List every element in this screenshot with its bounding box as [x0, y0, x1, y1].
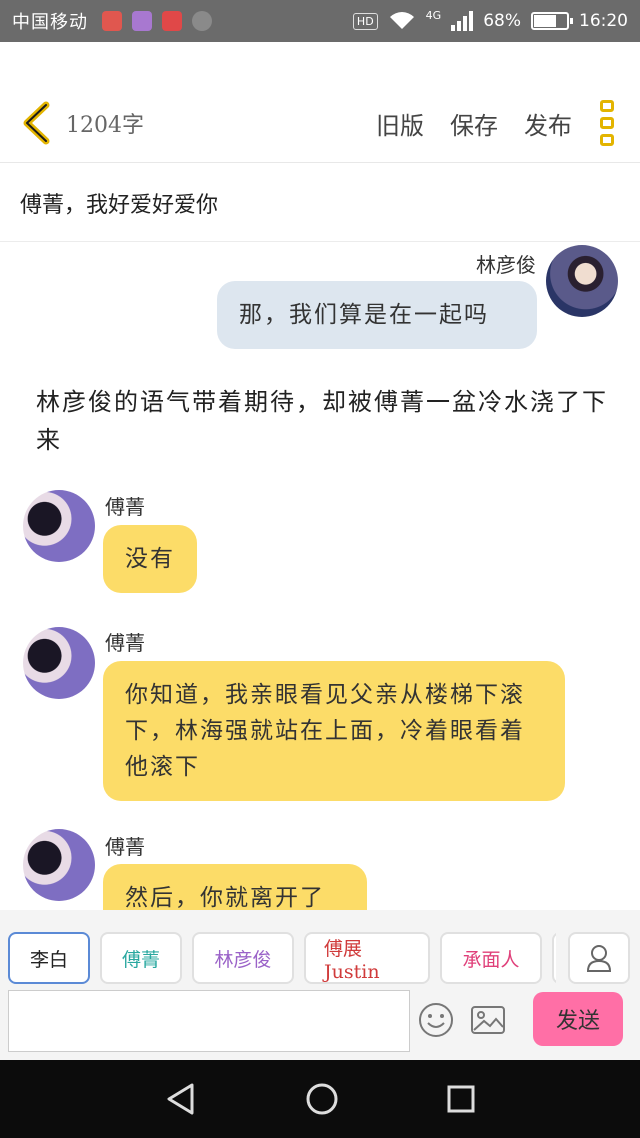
old-version-button[interactable]: 旧版	[376, 106, 424, 141]
signal-icon	[451, 11, 474, 31]
role-selector: 李白 傅菁 林彦俊 傅展Justin 承面人	[8, 932, 556, 984]
message-bubble[interactable]: 没有	[103, 525, 197, 593]
speaker-name: 傅菁	[105, 495, 145, 519]
editor-toolbar: 1204字 旧版 保存 发布	[0, 42, 640, 163]
narration-text[interactable]: 林彦俊的语气带着期待，却被傅菁一盆冷水浇了下来	[36, 383, 616, 459]
weather-app-icon	[192, 11, 212, 31]
network-type: 4G	[425, 8, 442, 22]
system-nav-bar	[0, 1060, 640, 1138]
message-bubble[interactable]: 你知道，我亲眼看见父亲从楼梯下滚下，林海强就站在上面，冷着眼看着他滚下	[103, 661, 565, 801]
story-title[interactable]: 傅菁，我好爱好爱你	[0, 164, 640, 242]
role-chip-partial[interactable]	[552, 932, 556, 984]
send-button[interactable]: 发送	[533, 992, 623, 1046]
cloud-app-icon	[162, 11, 182, 31]
role-chip-linyanjun[interactable]: 林彦俊	[192, 932, 294, 984]
composer-panel: 李白 傅菁 林彦俊 傅展Justin 承面人 发送	[0, 910, 640, 1060]
message-bubble[interactable]: 然后，你就离开了	[103, 864, 367, 910]
nav-back-icon[interactable]	[164, 1082, 198, 1116]
avatar[interactable]	[23, 490, 95, 562]
role-chip-libai[interactable]: 李白	[8, 932, 90, 984]
status-bar: 中国移动 HD 4G 68% 16:20	[0, 0, 640, 42]
battery-percent: 68%	[483, 11, 521, 31]
role-chip-fuzhan[interactable]: 傅展Justin	[304, 932, 430, 984]
message-input[interactable]	[8, 990, 410, 1052]
mail-app-icon	[102, 11, 122, 31]
chat-area: 林彦俊 那，我们算是在一起吗 林彦俊的语气带着期待，却被傅菁一盆冷水浇了下来 傅…	[0, 243, 640, 910]
gallery-app-icon	[132, 11, 152, 31]
battery-icon	[531, 12, 573, 30]
message-bubble[interactable]: 那，我们算是在一起吗	[217, 281, 537, 349]
speaker-name: 林彦俊	[476, 253, 536, 277]
speaker-name: 傅菁	[105, 631, 145, 655]
screen: 中国移动 HD 4G 68% 16:20 1204字 旧版 保存 发布 傅菁，我…	[0, 0, 640, 1138]
word-count: 1204字	[66, 113, 144, 138]
nav-recents-icon[interactable]	[446, 1084, 476, 1114]
toolbar-actions: 旧版 保存 发布	[376, 106, 572, 141]
publish-button[interactable]: 发布	[524, 106, 572, 141]
hd-badge: HD	[352, 12, 378, 30]
carrier-name: 中国移动	[12, 12, 88, 33]
more-menu-icon[interactable]	[600, 100, 614, 146]
wifi-icon	[389, 12, 414, 29]
person-icon	[586, 945, 612, 972]
notification-icons	[102, 11, 212, 31]
manage-roles-button[interactable]	[568, 932, 630, 984]
emoji-icon[interactable]	[418, 1002, 454, 1038]
save-button[interactable]: 保存	[450, 106, 498, 141]
back-arrow-icon	[23, 101, 50, 145]
speaker-name: 傅菁	[105, 835, 145, 859]
avatar[interactable]	[23, 829, 95, 901]
role-chip-chengmianren[interactable]: 承面人	[440, 932, 542, 984]
back-button[interactable]	[6, 93, 66, 153]
nav-home-icon[interactable]	[305, 1082, 339, 1116]
avatar[interactable]	[23, 627, 95, 699]
role-chip-fujing[interactable]: 傅菁	[100, 932, 182, 984]
avatar[interactable]	[546, 245, 618, 317]
image-icon[interactable]	[470, 1002, 506, 1038]
status-right: HD 4G 68% 16:20	[352, 8, 628, 31]
clock: 16:20	[579, 11, 628, 31]
